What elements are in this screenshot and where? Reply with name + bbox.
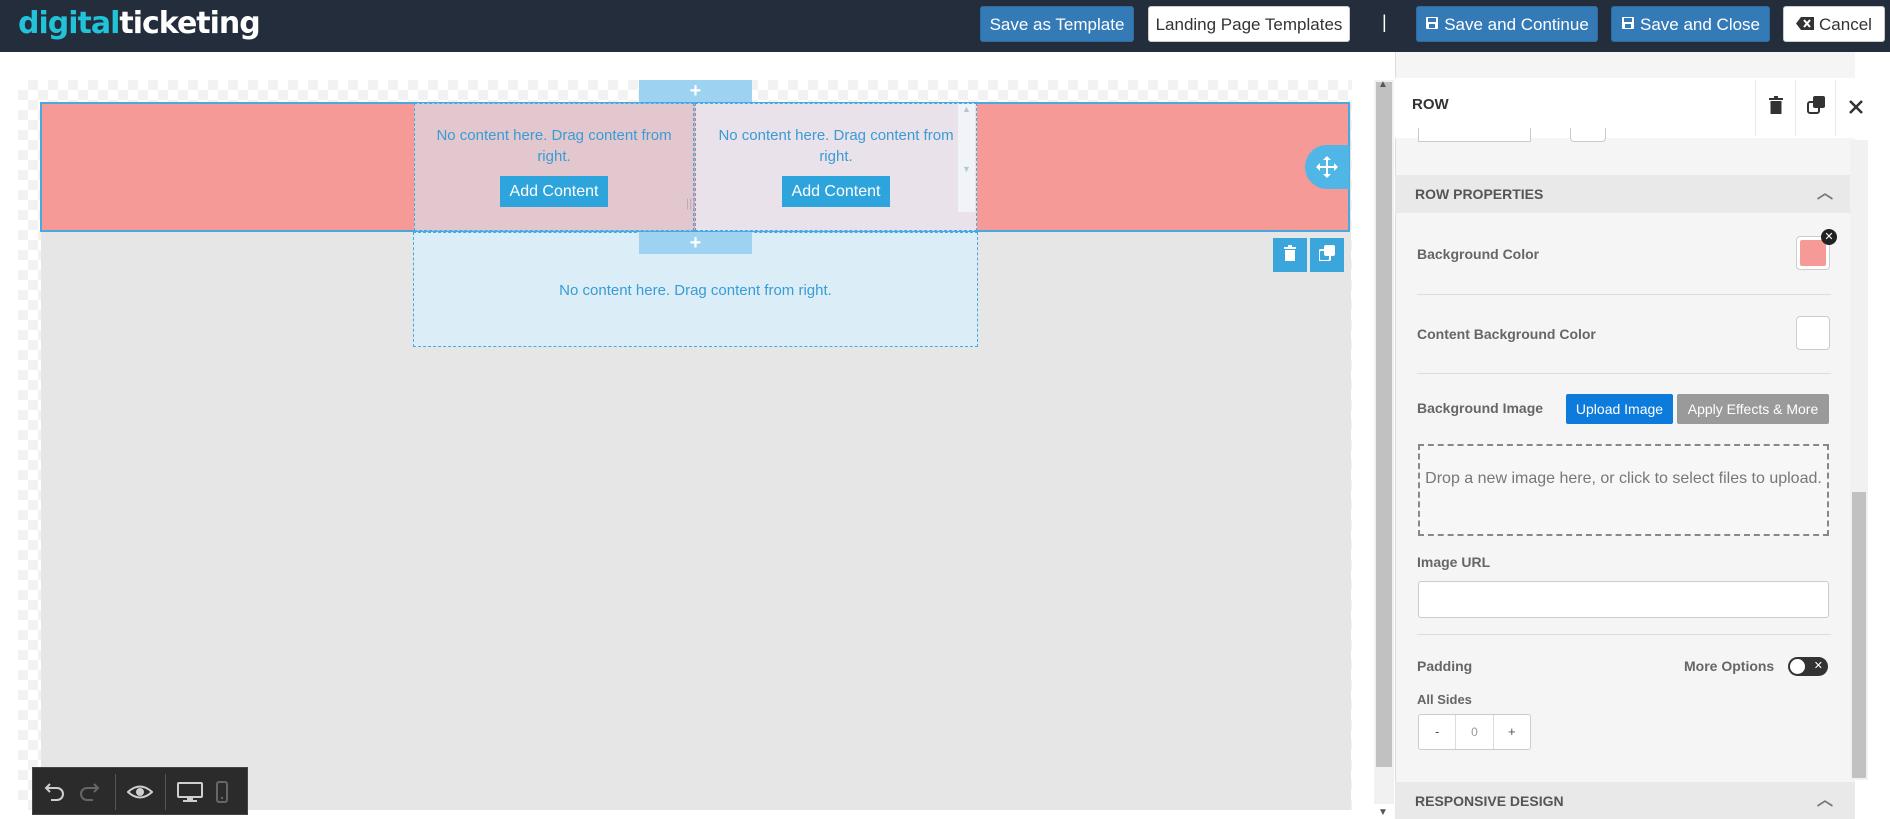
trash-icon — [1283, 245, 1297, 265]
row-delete-button[interactable] — [1273, 238, 1307, 272]
image-url-input[interactable] — [1418, 581, 1829, 618]
row-duplicate-button[interactable] — [1310, 238, 1344, 272]
toggle-knob — [1790, 659, 1805, 674]
column-scrollbar[interactable]: ▲ ▼ — [958, 104, 975, 212]
column-1-add-content-button[interactable]: Add Content — [499, 176, 609, 207]
more-options-toggle[interactable]: ✕ — [1788, 657, 1828, 676]
all-sides-label: All Sides — [1417, 692, 1472, 707]
save-and-close-label: Save and Close — [1639, 15, 1761, 34]
floppy-disk-icon — [1425, 8, 1439, 44]
save-and-continue-label: Save and Continue — [1444, 15, 1589, 34]
clear-color-icon[interactable]: ✕ — [1821, 229, 1837, 245]
scroll-up-arrow-icon[interactable]: ▲ — [1378, 79, 1388, 90]
background-color-fill — [1800, 240, 1826, 266]
mobile-icon[interactable] — [215, 780, 229, 809]
cut-off-stepper — [1418, 128, 1531, 142]
content-background-color-label: Content Background Color — [1417, 326, 1596, 342]
undo-icon[interactable] — [43, 780, 67, 809]
more-options-label: More Options — [1684, 658, 1775, 674]
toolbar-divider — [115, 774, 116, 810]
backspace-icon — [1796, 8, 1815, 44]
padding-label: Padding — [1417, 658, 1473, 674]
logo-part-ticketing: ticketing — [119, 6, 260, 41]
save-and-continue-button[interactable]: Save and Continue — [1416, 6, 1598, 42]
panel-duplicate-button[interactable] — [1795, 80, 1835, 136]
window-edge — [1868, 52, 1890, 819]
responsive-design-title: RESPONSIVE DESIGN — [1415, 793, 1564, 809]
add-row-below-button[interactable]: + — [639, 232, 752, 254]
logo: digitalticketing — [18, 6, 261, 42]
redo-icon[interactable] — [77, 780, 101, 809]
landing-page-templates-button[interactable]: Landing Page Templates — [1148, 6, 1350, 42]
floppy-disk-icon — [1621, 8, 1635, 44]
cancel-label: Cancel — [1819, 15, 1872, 34]
chevron-up-icon[interactable]: ︿ — [1817, 782, 1833, 819]
divider — [1417, 294, 1831, 295]
column-resize-handle[interactable]: ||| — [686, 196, 695, 210]
save-and-close-button[interactable]: Save and Close — [1611, 6, 1770, 42]
divider — [1417, 634, 1831, 635]
image-dropzone-text: Drop a new image here, or click to selec… — [1425, 470, 1822, 487]
column-2-add-content-button[interactable]: Add Content — [781, 176, 891, 207]
column-2-empty-message: No content here. Drag content from right… — [718, 127, 954, 165]
landing-page-templates-label: Landing Page Templates — [1155, 15, 1343, 34]
duplicate-icon — [1806, 96, 1825, 119]
divider — [1417, 373, 1831, 374]
row-properties-title: ROW PROPERTIES — [1415, 186, 1544, 202]
move-arrows-icon[interactable] — [1305, 145, 1349, 189]
logo-part-digital: digital — [18, 6, 120, 41]
cancel-button[interactable]: Cancel — [1783, 6, 1885, 42]
background-color-swatch[interactable]: ✕ — [1796, 229, 1837, 270]
column-1-dropzone[interactable]: No content here. Drag content from right… — [414, 103, 694, 231]
eye-icon[interactable] — [126, 780, 154, 809]
cut-off-swatch — [1570, 128, 1606, 142]
background-color-label: Background Color — [1417, 246, 1540, 262]
canvas-vertical-scrollbar[interactable]: ▲ ▼ — [1374, 79, 1394, 818]
content-background-color-fill — [1800, 320, 1826, 346]
image-dropzone[interactable]: Drop a new image here, or click to selec… — [1418, 444, 1829, 536]
padding-increment-button[interactable]: + — [1494, 715, 1530, 749]
trash-icon — [1768, 96, 1784, 119]
chevron-up-icon[interactable]: ︿ — [1817, 175, 1833, 213]
padding-decrement-button[interactable]: - — [1419, 715, 1455, 749]
canvas-scroll-thumb[interactable] — [1376, 82, 1392, 767]
scroll-down-arrow-icon[interactable]: ▼ — [1378, 807, 1388, 818]
padding-stepper[interactable]: - 0 + — [1418, 714, 1531, 750]
content-background-color-swatch[interactable] — [1796, 316, 1830, 350]
save-as-template-button[interactable]: Save as Template — [980, 6, 1134, 42]
lower-empty-message: No content here. Drag content from right… — [559, 282, 832, 299]
image-url-label: Image URL — [1417, 554, 1491, 570]
panel-scroll-thumb[interactable] — [1852, 492, 1866, 778]
panel-scrollbar[interactable] — [1850, 140, 1868, 780]
column-1-empty-message: No content here. Drag content from right… — [436, 127, 672, 165]
column-2-dropzone[interactable]: No content here. Drag content from right… — [695, 103, 977, 231]
save-as-template-label: Save as Template — [989, 15, 1125, 34]
desktop-icon[interactable] — [177, 780, 203, 809]
bottom-toolbar — [32, 767, 248, 815]
toolbar-separator: | — [1382, 12, 1387, 32]
panel-title: ROW — [1412, 96, 1449, 113]
apply-effects-button[interactable]: Apply Effects & More — [1677, 394, 1829, 424]
padding-value[interactable]: 0 — [1455, 715, 1494, 749]
row-properties-header[interactable]: ROW PROPERTIES ︿ — [1395, 175, 1855, 213]
close-icon — [1848, 97, 1863, 119]
duplicate-icon — [1318, 245, 1335, 265]
toggle-off-icon: ✕ — [1813, 660, 1823, 672]
background-image-label: Background Image — [1417, 400, 1544, 416]
add-row-above-button[interactable]: + — [639, 80, 752, 102]
panel-delete-button[interactable] — [1755, 80, 1795, 136]
top-bar: digitalticketing Save as Template Landin… — [0, 0, 1890, 52]
toolbar-divider — [165, 774, 166, 810]
upload-image-button[interactable]: Upload Image — [1566, 394, 1673, 424]
responsive-design-header[interactable]: RESPONSIVE DESIGN ︿ — [1395, 782, 1855, 819]
